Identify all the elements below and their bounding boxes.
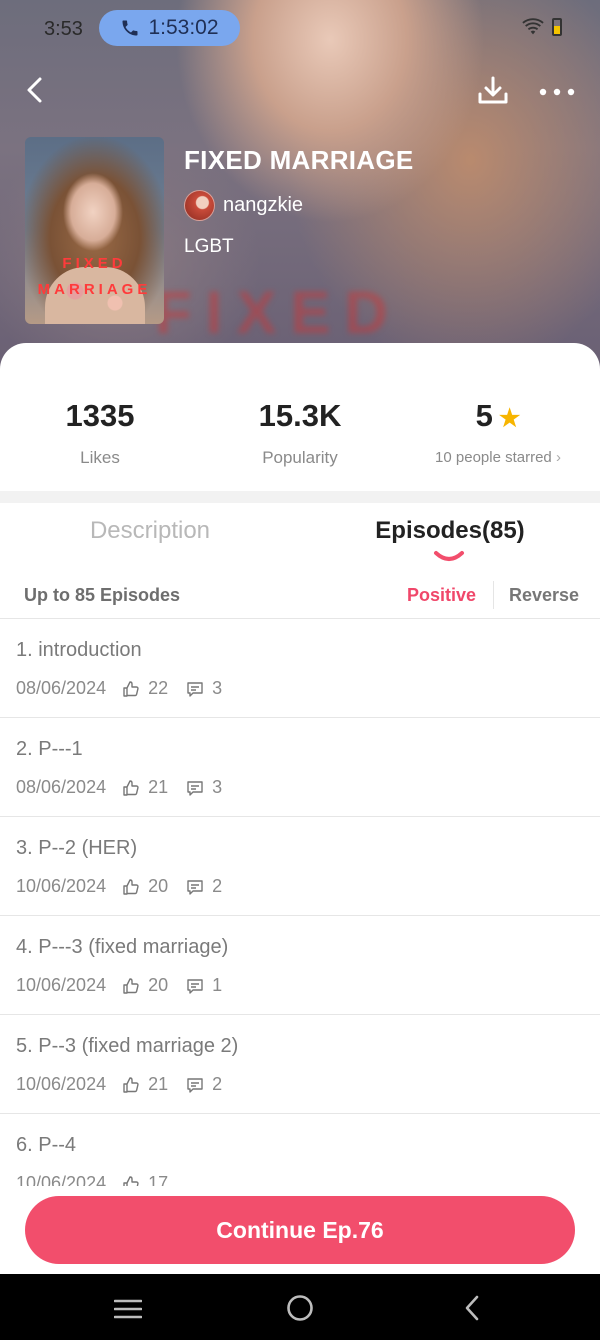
episode-date: 10/06/2024 (16, 876, 107, 896)
comment-icon (187, 681, 203, 697)
author-name[interactable]: nangzkie (223, 194, 303, 217)
back-arrow-icon[interactable] (22, 74, 50, 106)
book-title: FIXED MARRIAGE (184, 145, 414, 175)
thumbs-up-icon (123, 779, 139, 796)
episode-date: 10/06/2024 (16, 975, 107, 995)
episode-row[interactable]: 3. P--2 (HER) 10/06/2024 20 2 (0, 817, 600, 916)
wifi-icon (522, 18, 544, 35)
sort-divider (493, 581, 494, 609)
episode-row[interactable]: 1. introduction 08/06/2024 22 3 (0, 619, 600, 718)
like-count: 21 (148, 1074, 169, 1094)
episode-list[interactable]: 1. introduction 08/06/2024 22 3 2. P---1… (0, 619, 600, 1186)
episode-date: 10/06/2024 (16, 1173, 107, 1186)
episode-date: 10/06/2024 (16, 1074, 107, 1094)
details-sheet: 1335 Likes 15.3K Popularity 5 ★ 10 people… (0, 343, 600, 1274)
comment-count: 1 (212, 975, 223, 995)
episode-row[interactable]: 2. P---1 08/06/2024 21 3 (0, 718, 600, 817)
phone-icon (122, 20, 138, 36)
episode-date: 08/06/2024 (16, 678, 107, 698)
thumbs-up-icon (123, 1175, 139, 1186)
home-icon[interactable] (286, 1294, 314, 1322)
popularity-value: 15.3K (258, 398, 342, 433)
comment-count: 3 (212, 678, 223, 698)
rating-row: 5 ★ (398, 398, 598, 434)
tab-description[interactable]: Description (0, 517, 300, 545)
star-icon: ★ (498, 405, 521, 432)
cover-title-line2: MARRIAGE (37, 281, 152, 298)
author-link[interactable]: nangzkie (184, 190, 303, 221)
continue-reading-button[interactable]: Continue Ep.76 (25, 1196, 575, 1264)
likes-value: 1335 (65, 398, 135, 433)
episode-date: 08/06/2024 (16, 777, 107, 797)
genre-tag[interactable]: LGBT (184, 236, 234, 258)
thumbs-up-icon (123, 977, 139, 994)
sort-positive-button[interactable]: Positive (407, 585, 476, 606)
thumbs-up-icon (123, 878, 139, 895)
comment-count: 2 (212, 876, 223, 896)
recent-apps-icon[interactable] (114, 1298, 142, 1320)
download-icon[interactable] (476, 74, 510, 108)
thumbs-up-icon (123, 680, 139, 697)
battery-icon (552, 18, 562, 36)
episode-title: 1. introduction (16, 639, 142, 661)
tab-episodes[interactable]: Episodes(85) (300, 517, 600, 545)
episode-count: Up to 85 Episodes (24, 585, 181, 605)
episode-row[interactable]: 5. P--3 (fixed marriage 2) 10/06/2024 21… (0, 1015, 600, 1114)
section-divider (0, 491, 600, 503)
episode-row[interactable]: 6. P--4 10/06/2024 17 (0, 1114, 600, 1186)
comment-count: 2 (212, 1074, 223, 1094)
episode-title: 4. P---3 (fixed marriage) (16, 936, 229, 958)
like-count: 22 (148, 678, 169, 698)
likes-label: Likes (80, 448, 120, 467)
like-count: 21 (148, 777, 169, 797)
hero-background-text: FIXED (155, 279, 402, 346)
like-count: 17 (148, 1173, 169, 1186)
comment-icon (187, 879, 203, 895)
comment-icon (187, 780, 203, 796)
episode-title: 5. P--3 (fixed marriage 2) (16, 1035, 239, 1057)
ongoing-call-pill[interactable]: 1:53:02 (99, 10, 240, 46)
sort-reverse-button[interactable]: Reverse (509, 585, 579, 606)
like-count: 20 (148, 876, 169, 896)
status-time: 3:53 (44, 18, 83, 40)
author-avatar[interactable] (184, 190, 215, 221)
popularity-label: Popularity (262, 448, 338, 467)
episode-row[interactable]: 4. P---3 (fixed marriage) 10/06/2024 20 … (0, 916, 600, 1015)
comment-count: 3 (212, 777, 223, 797)
status-bar: 3:53 1:53:02 (0, 0, 600, 56)
episode-title: 3. P--2 (HER) (16, 837, 138, 859)
system-navigation-bar (0, 1274, 600, 1340)
comment-icon (187, 978, 203, 994)
call-timer: 1:53:02 (148, 16, 219, 39)
rating-label-row[interactable]: 10 people starred › (398, 449, 598, 466)
more-options-icon[interactable] (537, 80, 577, 104)
rating-value: 5 (475, 398, 493, 433)
book-cover[interactable]: FIXED MARRIAGE (25, 137, 164, 324)
rating-label: 10 people starred (435, 449, 552, 466)
like-count: 20 (148, 975, 169, 995)
cover-title-line1: FIXED (62, 255, 127, 272)
chevron-right-icon: › (555, 449, 561, 466)
episode-title: 6. P--4 (16, 1134, 77, 1156)
thumbs-up-icon (123, 1076, 139, 1093)
system-back-icon[interactable] (462, 1294, 482, 1322)
episode-title: 2. P---1 (16, 738, 83, 760)
comment-icon (187, 1077, 203, 1093)
active-tab-indicator (434, 551, 464, 561)
